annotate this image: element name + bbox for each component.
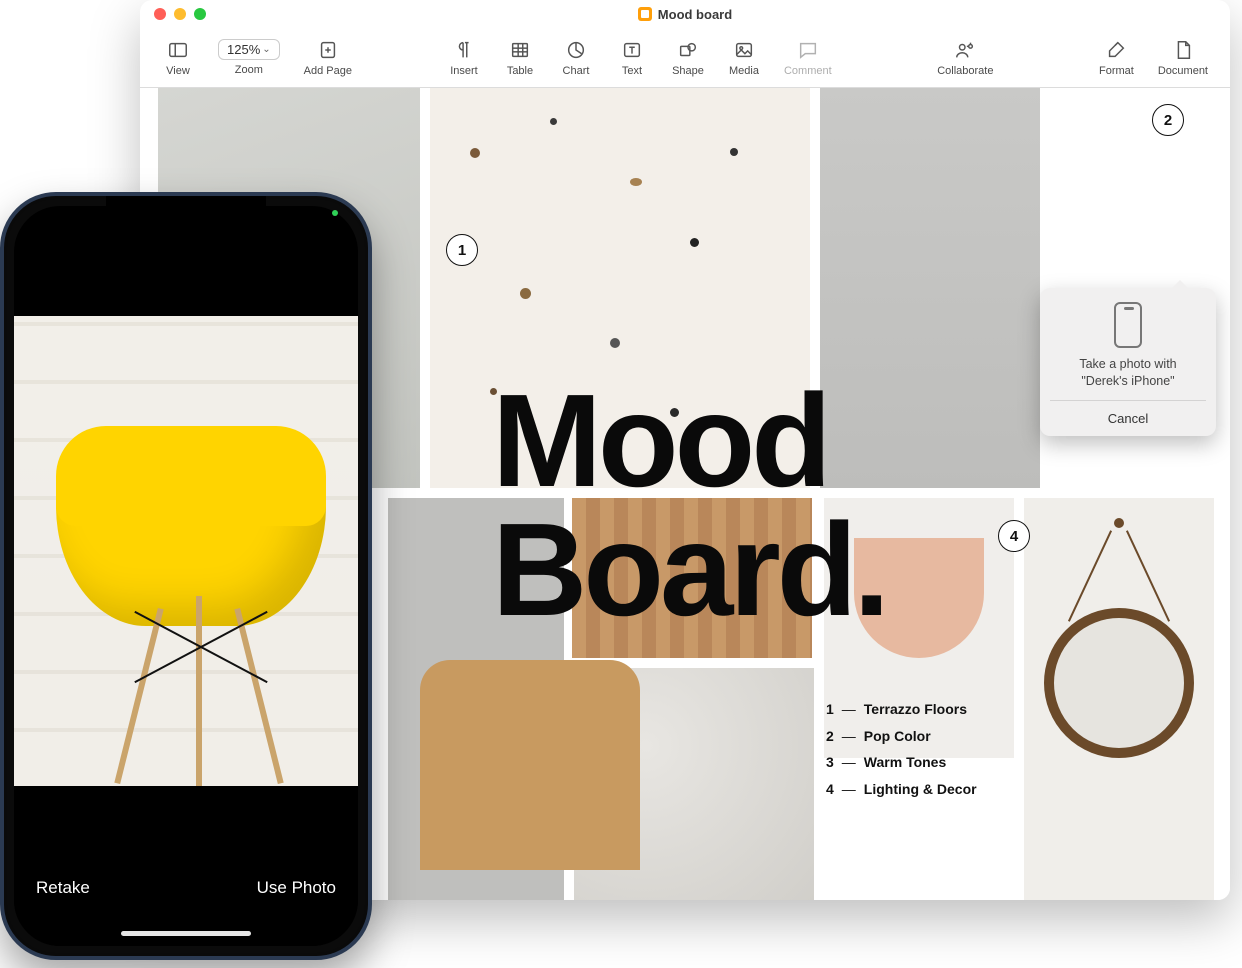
- insert-button[interactable]: Insert: [438, 31, 490, 85]
- collaborate-icon: [954, 39, 976, 61]
- callout-2[interactable]: 2: [1152, 104, 1184, 136]
- toolbar: View 125% ⌄ Zoom Add Page Insert: [140, 28, 1230, 88]
- sidebar-icon: [167, 39, 189, 61]
- legend-row: 1—Terrazzo Floors: [826, 696, 977, 723]
- shape-label: Shape: [672, 65, 704, 77]
- titlebar: Mood board: [140, 0, 1230, 28]
- media-label: Media: [729, 65, 759, 77]
- iphone-device: Retake Use Photo: [0, 192, 372, 960]
- text-button[interactable]: Text: [606, 31, 658, 85]
- collaborate-button[interactable]: Collaborate: [927, 31, 1003, 85]
- document-heading[interactable]: Mood Board.: [492, 376, 886, 635]
- callout-4[interactable]: 4: [998, 520, 1030, 552]
- chart-button[interactable]: Chart: [550, 31, 602, 85]
- comment-button: Comment: [774, 31, 842, 85]
- shape-icon: [677, 39, 699, 61]
- window-controls: [154, 8, 206, 20]
- document-button[interactable]: Document: [1148, 31, 1218, 85]
- view-label: View: [166, 65, 190, 77]
- insert-label: Insert: [450, 65, 478, 77]
- document-icon: [1172, 39, 1194, 61]
- legend-row: 3—Warm Tones: [826, 749, 977, 776]
- close-button[interactable]: [154, 8, 166, 20]
- heading-line-1: Mood: [492, 376, 886, 505]
- home-indicator[interactable]: [121, 931, 251, 936]
- image-tile-mirror[interactable]: [1024, 498, 1214, 900]
- table-button[interactable]: Table: [494, 31, 546, 85]
- chevron-down-icon: ⌄: [262, 44, 270, 55]
- view-button[interactable]: View: [152, 31, 204, 85]
- add-page-label: Add Page: [304, 65, 352, 77]
- mirror-strap: [1114, 518, 1124, 528]
- shape-button[interactable]: Shape: [662, 31, 714, 85]
- iphone-notch: [106, 196, 266, 226]
- add-page-button[interactable]: Add Page: [294, 31, 362, 85]
- document-label: Document: [1158, 65, 1208, 77]
- image-icon: [733, 39, 755, 61]
- continuity-camera-popover: Take a photo with "Derek's iPhone" Cance…: [1040, 288, 1216, 436]
- zoom-control[interactable]: 125% ⌄ Zoom: [208, 31, 290, 85]
- comment-label: Comment: [784, 65, 832, 77]
- camera-active-indicator: [332, 210, 338, 216]
- callout-1[interactable]: 1: [446, 234, 478, 266]
- media-button[interactable]: Media: [718, 31, 770, 85]
- zoom-label: Zoom: [235, 64, 263, 76]
- legend-list[interactable]: 1—Terrazzo Floors 2—Pop Color 3—Warm Ton…: [826, 696, 977, 802]
- table-label: Table: [507, 65, 533, 77]
- retake-button[interactable]: Retake: [36, 878, 90, 898]
- add-page-icon: [317, 39, 339, 61]
- pilcrow-icon: [453, 39, 475, 61]
- iphone-outline-icon: [1114, 302, 1142, 348]
- comment-icon: [797, 39, 819, 61]
- text-label: Text: [622, 65, 642, 77]
- chair-brace: [126, 646, 276, 706]
- heading-line-2: Board.: [492, 505, 886, 634]
- format-button[interactable]: Format: [1089, 31, 1144, 85]
- document-title: Mood board: [638, 7, 732, 22]
- popover-message: Take a photo with "Derek's iPhone": [1050, 356, 1206, 390]
- zoom-value: 125%: [227, 42, 260, 57]
- iphone-screen: Retake Use Photo: [14, 206, 358, 946]
- legend-row: 2—Pop Color: [826, 723, 977, 750]
- legend-row: 4—Lighting & Decor: [826, 776, 977, 803]
- table-icon: [509, 39, 531, 61]
- document-title-text: Mood board: [658, 7, 732, 22]
- status-indicators: [332, 210, 338, 216]
- format-label: Format: [1099, 65, 1134, 77]
- text-box-icon: [621, 39, 643, 61]
- fullscreen-button[interactable]: [194, 8, 206, 20]
- minimize-button[interactable]: [174, 8, 186, 20]
- camera-controls: Retake Use Photo: [14, 786, 358, 946]
- collaborate-label: Collaborate: [937, 65, 993, 77]
- image-tile-sofa[interactable]: [420, 660, 640, 870]
- chart-label: Chart: [563, 65, 590, 77]
- popover-cancel-button[interactable]: Cancel: [1050, 400, 1206, 436]
- camera-viewfinder[interactable]: [14, 316, 358, 786]
- pie-chart-icon: [565, 39, 587, 61]
- use-photo-button[interactable]: Use Photo: [257, 878, 336, 898]
- pages-doc-icon: [638, 7, 652, 21]
- mirror-illustration: [1044, 608, 1194, 758]
- paintbrush-icon: [1105, 39, 1127, 61]
- chair-illustration: [56, 436, 326, 626]
